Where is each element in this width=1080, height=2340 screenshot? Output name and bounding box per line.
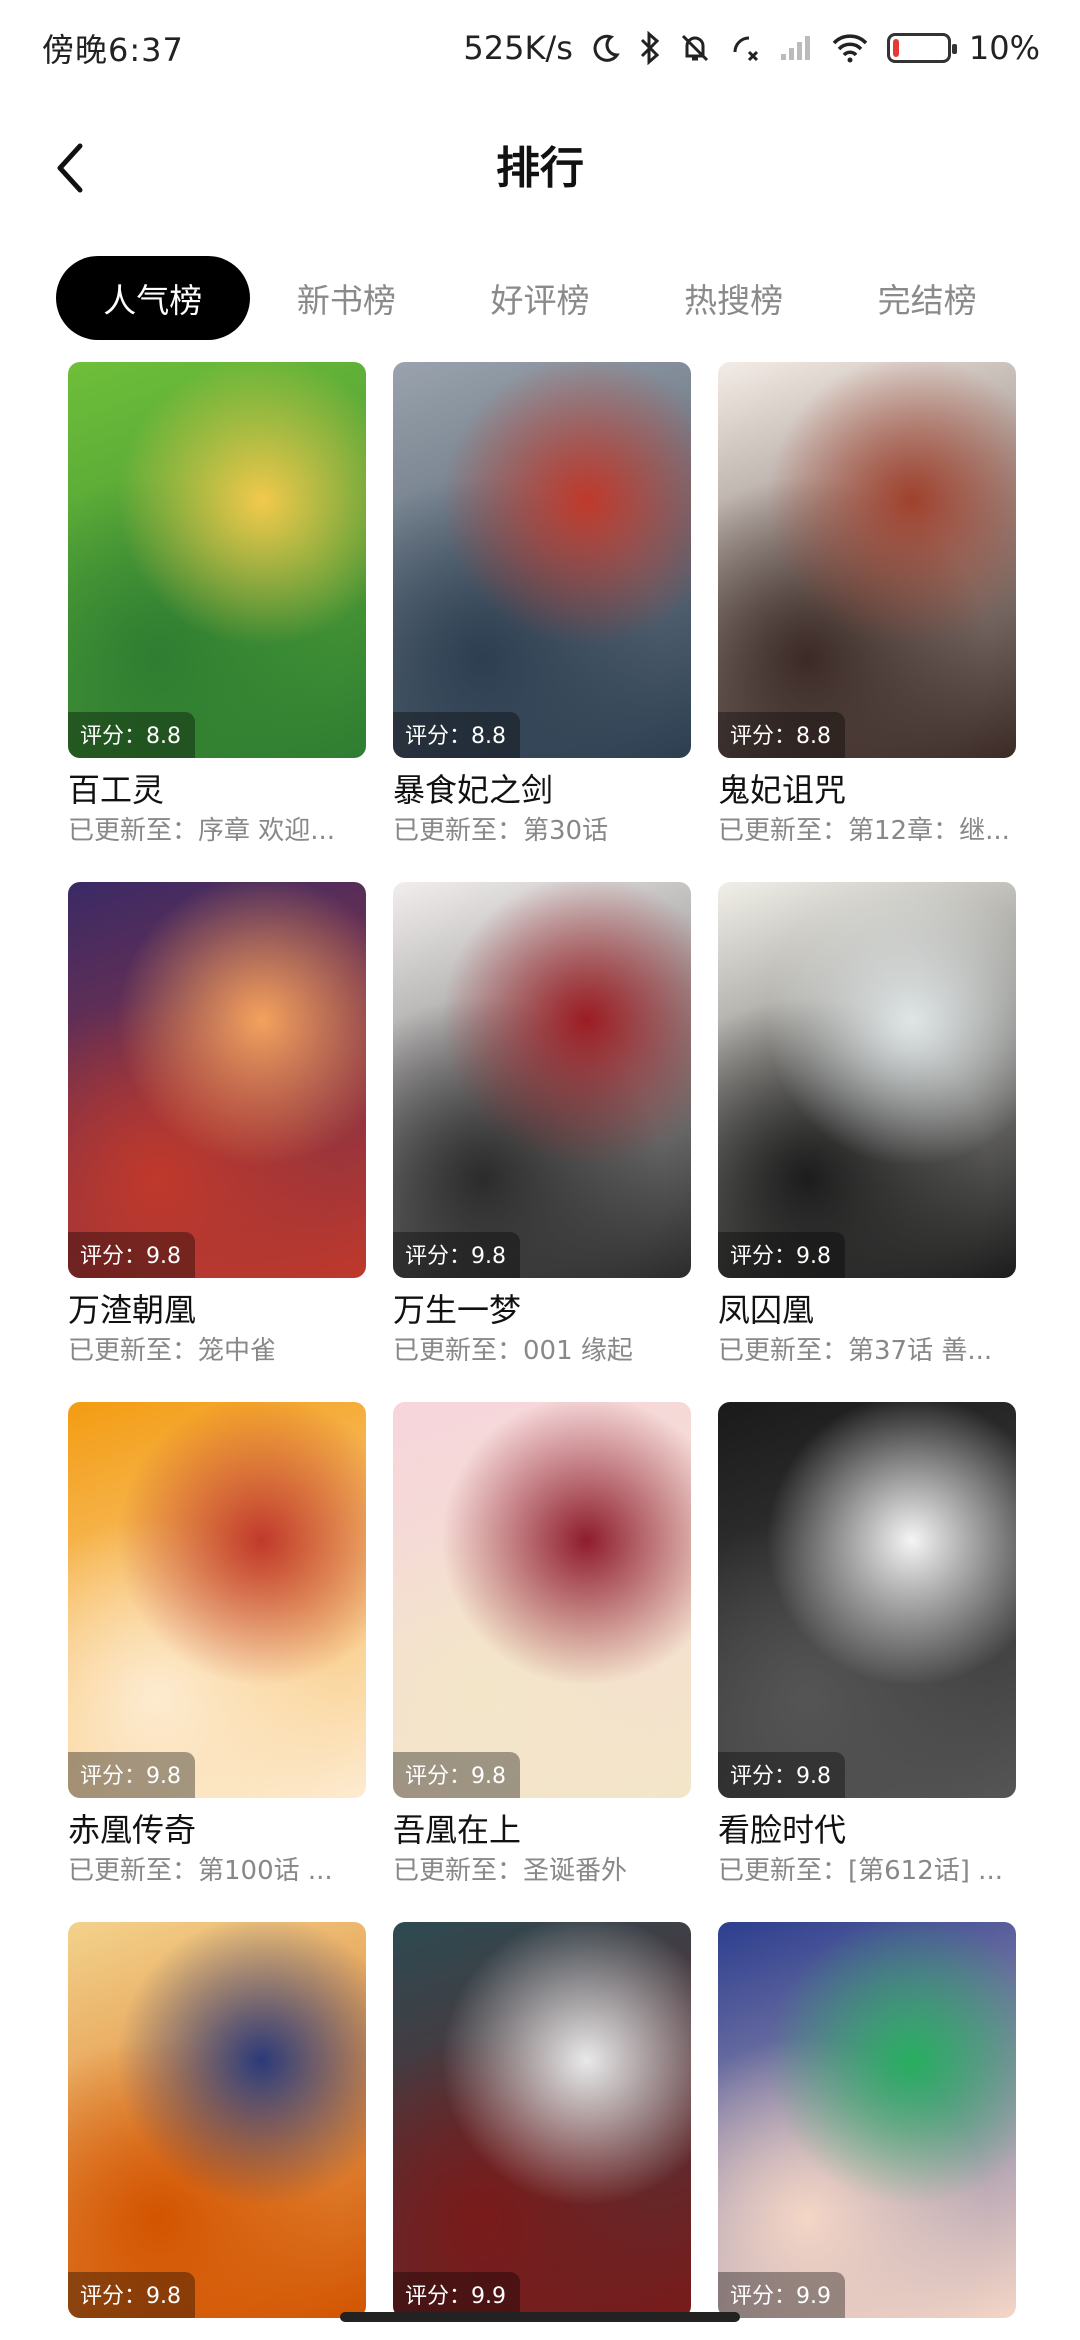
- wifi-icon: [832, 34, 868, 63]
- comic-update: 已更新至：第100话 ...: [68, 1856, 333, 1886]
- comic-cover[interactable]: 评分：9.8: [393, 882, 691, 1278]
- comic-update: 已更新至：第12章：继...: [718, 816, 1010, 846]
- cover-art: [718, 362, 1016, 758]
- status-bar: 傍晚6:37 525K/s 10%: [0, 0, 1080, 96]
- cover-art: [393, 882, 691, 1278]
- comic-cover[interactable]: 评分：9.8: [718, 1402, 1016, 1798]
- battery-icon: [886, 33, 957, 63]
- comic-card[interactable]: 评分：9.8: [68, 1922, 366, 2318]
- status-time: 傍晚6:37: [42, 31, 184, 69]
- battery-level: 10%: [968, 29, 1040, 67]
- score-badge: 评分：9.8: [393, 1752, 520, 1798]
- comic-update: 已更新至：序章 欢迎...: [68, 816, 336, 846]
- cover-art: [68, 1402, 366, 1798]
- comic-cover[interactable]: 评分：8.8: [393, 362, 691, 758]
- comic-card[interactable]: 评分：9.8 凤囚凰 已更新至：第37话 善...: [718, 882, 1016, 1384]
- comic-title[interactable]: 凤囚凰: [718, 1288, 1016, 1332]
- moon-icon: [593, 34, 620, 62]
- comic-card[interactable]: 评分：9.9: [718, 1922, 1016, 2318]
- comic-cover[interactable]: 评分：9.8: [393, 1402, 691, 1798]
- cover-art: [393, 362, 691, 758]
- cover-art: [68, 1922, 366, 2318]
- call-icon: [733, 36, 758, 62]
- tab-new-books[interactable]: 新书榜: [250, 256, 444, 340]
- comic-card[interactable]: 评分：8.8 百工灵 已更新至：序章 欢迎...: [68, 362, 366, 864]
- tab-hot-search[interactable]: 热搜榜: [637, 256, 831, 340]
- comic-card[interactable]: 评分：9.8 看脸时代 已更新至：[第612话] ...: [718, 1402, 1016, 1904]
- header: 排行: [0, 110, 1080, 220]
- cover-art: [68, 362, 366, 758]
- cover-art: [718, 1922, 1016, 2318]
- comic-card[interactable]: 评分：8.8 暴食妃之剑 已更新至：第30话: [393, 362, 691, 864]
- score-badge: 评分：9.8: [68, 1752, 195, 1798]
- comic-title[interactable]: 鬼妃诅咒: [718, 768, 1016, 812]
- comic-title[interactable]: 看脸时代: [718, 1808, 1016, 1852]
- comic-card[interactable]: 评分：9.8 万生一梦 已更新至：001 缘起: [393, 882, 691, 1384]
- comic-title[interactable]: 万生一梦: [393, 1288, 691, 1332]
- mute-bell-icon: [681, 34, 708, 62]
- score-badge: 评分：9.8: [718, 1232, 845, 1278]
- comic-cover[interactable]: 评分：9.9: [393, 1922, 691, 2318]
- cover-art: [718, 882, 1016, 1278]
- signal-icon: [780, 36, 810, 60]
- status-icons: 525K/s 10%: [463, 29, 1040, 67]
- comic-cover[interactable]: 评分：9.8: [68, 882, 366, 1278]
- tab-popular[interactable]: 人气榜: [56, 256, 250, 340]
- comic-card[interactable]: 评分：9.8 万渣朝凰 已更新至：笼中雀: [68, 882, 366, 1384]
- score-badge: 评分：9.8: [393, 1232, 520, 1278]
- comic-card[interactable]: 评分：9.8 赤凰传奇 已更新至：第100话 ...: [68, 1402, 366, 1904]
- score-badge: 评分：9.9: [718, 2272, 845, 2318]
- comic-title[interactable]: 万渣朝凰: [68, 1288, 366, 1332]
- comic-title[interactable]: 吾凰在上: [393, 1808, 691, 1852]
- tab-completed[interactable]: 完结榜: [830, 256, 1024, 340]
- score-badge: 评分：8.8: [393, 712, 520, 758]
- cover-art: [393, 1922, 691, 2318]
- comic-card[interactable]: 评分：9.9: [393, 1922, 691, 2318]
- comic-card[interactable]: 评分：9.8 吾凰在上 已更新至：圣诞番外: [393, 1402, 691, 1904]
- page-title: 排行: [496, 143, 584, 194]
- comic-cover[interactable]: 评分：8.8: [68, 362, 366, 758]
- score-badge: 评分：8.8: [68, 712, 195, 758]
- score-badge: 评分：8.8: [718, 712, 845, 758]
- comic-cover[interactable]: 评分：8.8: [718, 362, 1016, 758]
- comic-title[interactable]: 赤凰传奇: [68, 1808, 366, 1852]
- score-badge: 评分：9.8: [68, 1232, 195, 1278]
- score-badge: 评分：9.8: [718, 1752, 845, 1798]
- comic-update: 已更新至：圣诞番外: [393, 1856, 628, 1886]
- ranking-tabs: 人气榜 新书榜 好评榜 热搜榜 完结榜: [56, 256, 1024, 340]
- comic-cover[interactable]: 评分：9.8: [68, 1402, 366, 1798]
- comic-cover[interactable]: 评分：9.8: [68, 1922, 366, 2318]
- comic-title[interactable]: 暴食妃之剑: [393, 768, 691, 812]
- comic-card[interactable]: 评分：8.8 鬼妃诅咒 已更新至：第12章：继...: [718, 362, 1016, 864]
- comic-update: 已更新至：笼中雀: [68, 1336, 277, 1366]
- comic-update: 已更新至：[第612话] ...: [718, 1856, 1003, 1886]
- score-badge: 评分：9.8: [68, 2272, 195, 2318]
- network-speed: 525K/s: [463, 29, 573, 67]
- comic-title[interactable]: 百工灵: [68, 768, 366, 812]
- bluetooth-icon: [640, 31, 660, 65]
- cover-art: [68, 882, 366, 1278]
- cover-art: [718, 1402, 1016, 1798]
- home-indicator[interactable]: [340, 2312, 740, 2322]
- comic-cover[interactable]: 评分：9.8: [718, 882, 1016, 1278]
- comic-update: 已更新至：第30话: [393, 816, 609, 846]
- comic-update: 已更新至：001 缘起: [393, 1336, 633, 1366]
- comic-update: 已更新至：第37话 善...: [718, 1336, 993, 1366]
- cover-art: [393, 1402, 691, 1798]
- comic-cover[interactable]: 评分：9.9: [718, 1922, 1016, 2318]
- tab-top-rated[interactable]: 好评榜: [443, 256, 637, 340]
- comic-grid: 评分：8.8 百工灵 已更新至：序章 欢迎... 评分：8.8 暴食妃之剑 已更…: [68, 362, 1020, 2318]
